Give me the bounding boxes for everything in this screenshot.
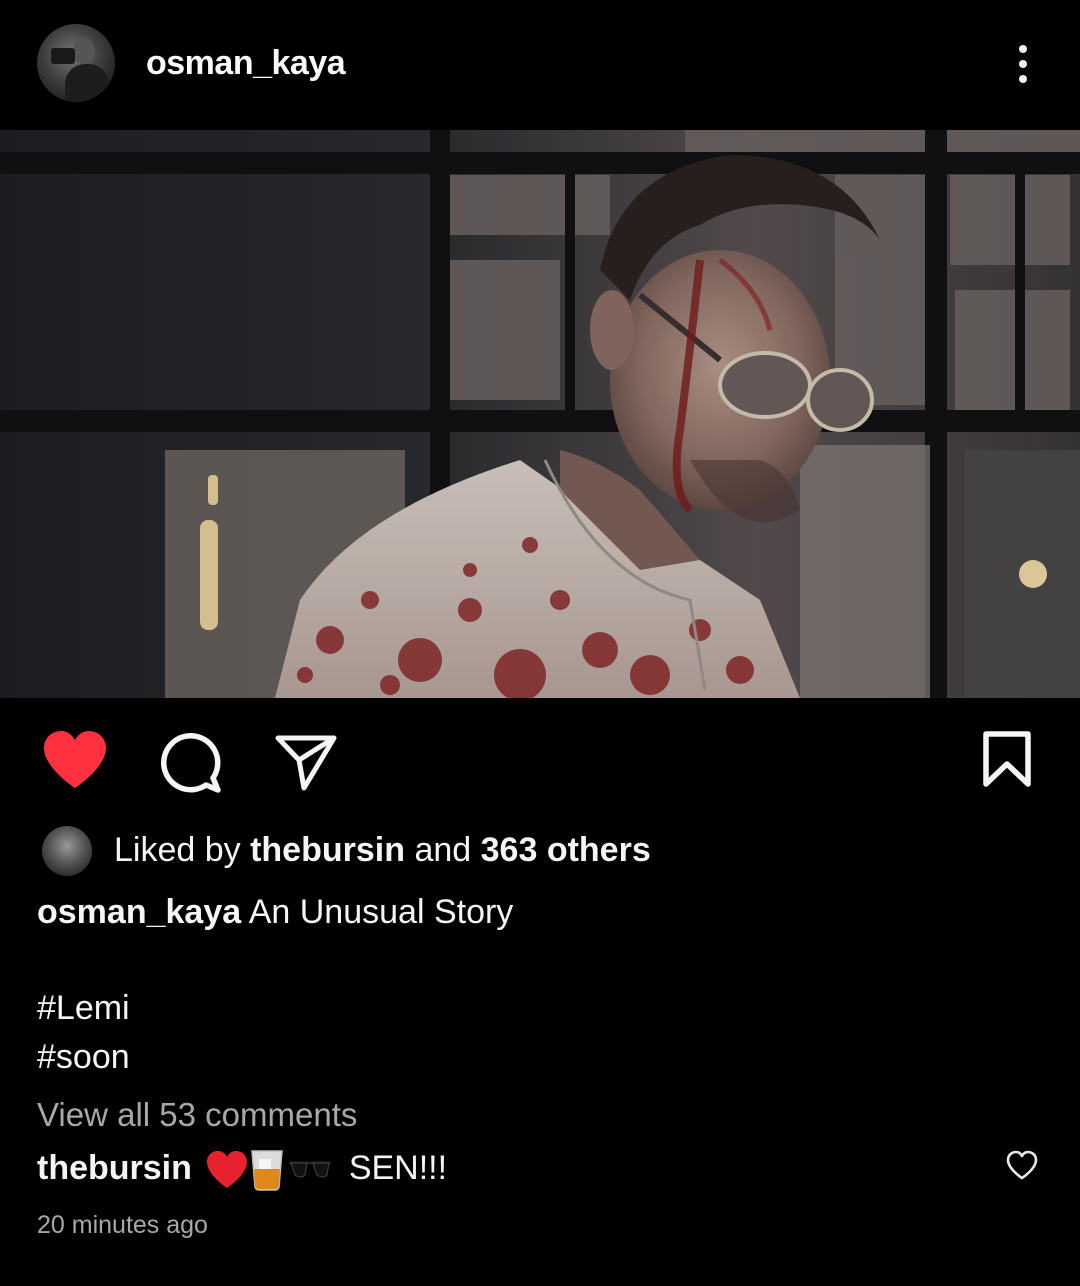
avatar-body — [65, 64, 109, 102]
liked-by-text: Liked by thebursin and 363 others — [114, 831, 651, 870]
comment-username[interactable]: thebursin — [37, 1149, 192, 1187]
liked-by-and: and — [414, 831, 472, 869]
whisky-glass-emoji — [251, 1150, 284, 1191]
liked-by-user[interactable]: thebursin — [250, 831, 405, 869]
comment-icon[interactable] — [160, 732, 222, 794]
caption-text: An Unusual Story — [248, 893, 514, 931]
post-actions — [0, 718, 1080, 808]
profile-avatar[interactable] — [37, 24, 115, 102]
post-photo-illustration — [0, 130, 1080, 698]
caption-username[interactable]: osman_kaya — [37, 893, 241, 931]
heart-icon[interactable] — [42, 730, 108, 790]
liked-by-prefix: Liked by — [114, 831, 241, 869]
paper-plane-icon[interactable] — [274, 732, 338, 792]
bookmark-icon[interactable] — [982, 730, 1032, 788]
hashtag-lemi[interactable]: #Lemi — [37, 989, 130, 1028]
post-username[interactable]: osman_kaya — [146, 44, 346, 83]
likes-count[interactable]: 363 others — [481, 831, 651, 869]
avatar-camera — [51, 48, 75, 64]
post-caption: osman_kaya An Unusual Story — [37, 893, 513, 932]
post-image[interactable] — [0, 130, 1080, 698]
comment-text: SEN!!! — [348, 1149, 448, 1187]
hashtag-soon[interactable]: #soon — [37, 1038, 130, 1077]
view-all-comments-link[interactable]: View all 53 comments — [37, 1096, 357, 1134]
small-heart-icon[interactable] — [1006, 1150, 1038, 1180]
likes-summary[interactable]: Liked by thebursin and 363 others — [40, 824, 940, 876]
post-timestamp: 20 minutes ago — [37, 1211, 208, 1239]
top-comment: thebursin SEN!!! — [37, 1149, 447, 1191]
sunglasses-emoji — [289, 1161, 332, 1178]
red-heart-emoji — [207, 1151, 248, 1189]
avatar-head — [73, 38, 95, 64]
liker-avatar[interactable] — [42, 826, 92, 876]
post-header: osman_kaya — [0, 0, 1080, 130]
more-options-icon[interactable] — [1008, 40, 1038, 90]
